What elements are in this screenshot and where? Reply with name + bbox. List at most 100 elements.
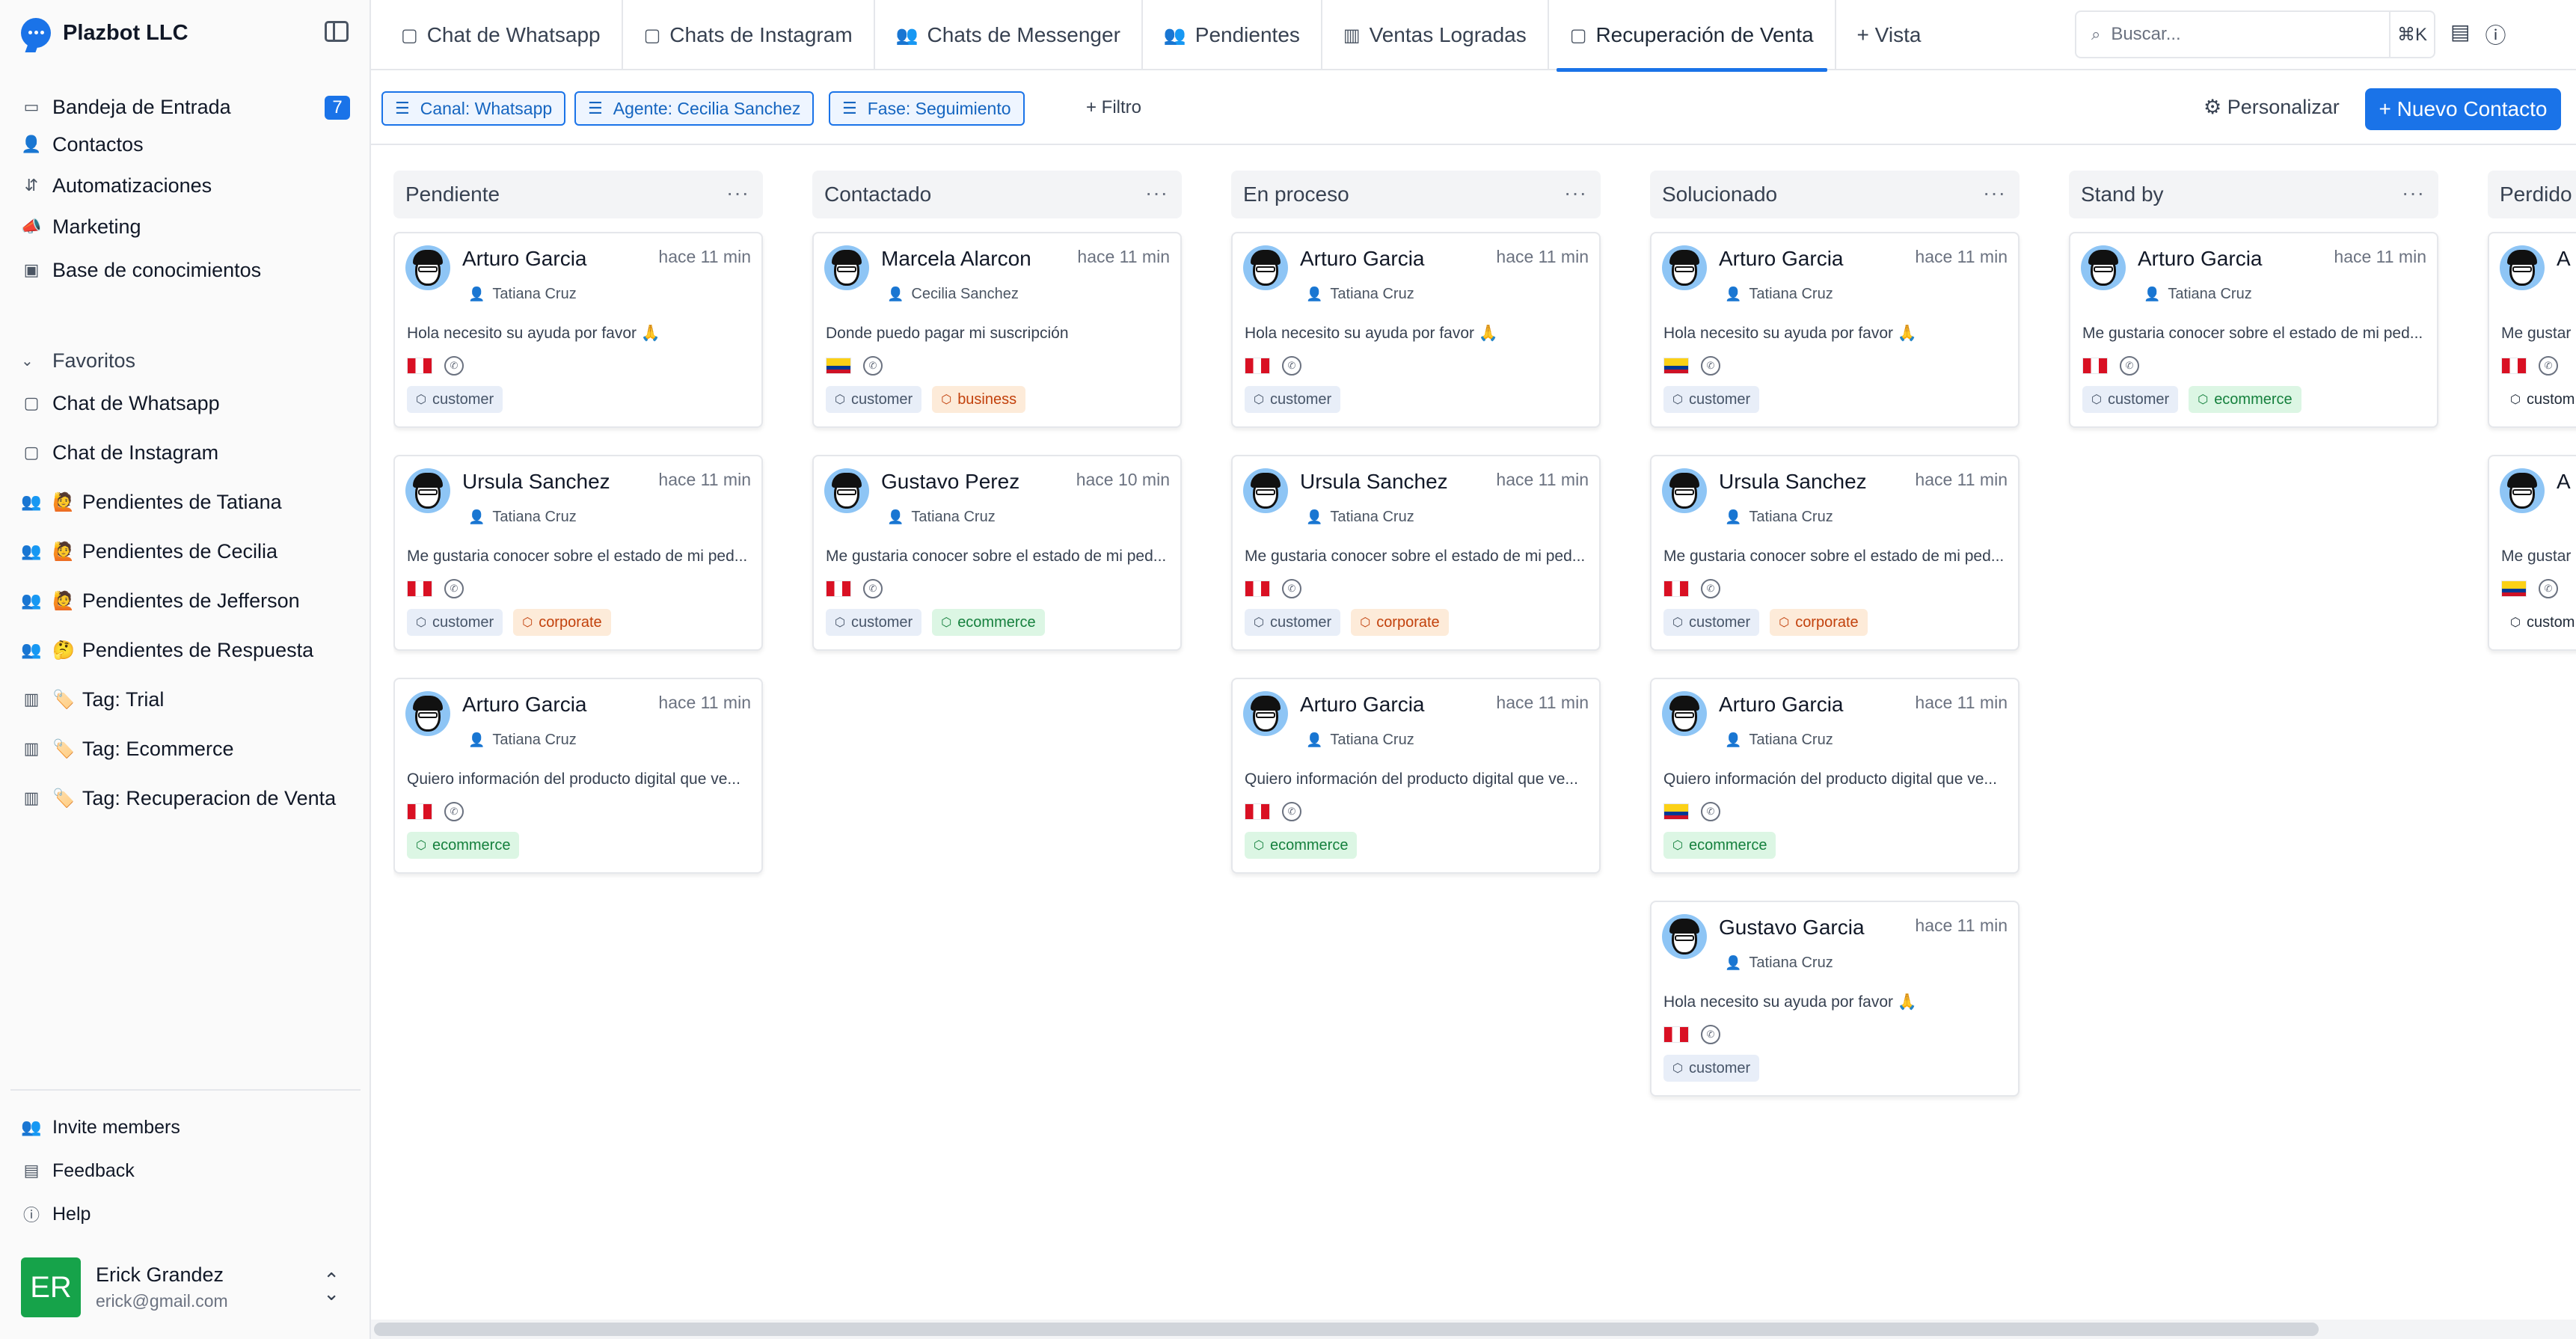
megaphone-icon: 📣 xyxy=(21,217,42,236)
favorite-item[interactable]: ▢ Chat de Whatsapp xyxy=(21,379,350,428)
invite-members-link[interactable]: 👥 Invite members xyxy=(21,1106,350,1149)
tag-icon: ⬡ xyxy=(1254,839,1264,852)
contact-avatar xyxy=(405,691,450,736)
nav-item-inbox[interactable]: ▭ Bandeja de Entrada 7 xyxy=(21,88,350,126)
message-square-icon[interactable]: ▤ xyxy=(2450,19,2470,49)
assigned-agent: 👤 Tatiana Cruz xyxy=(468,509,577,526)
tab-view[interactable]: ▢ Chats de Instagram xyxy=(623,0,875,70)
kanban-column: Contactado ··· Marcela Alarcon hace 11 m… xyxy=(812,171,1182,1315)
contact-name: Arturo Garcia xyxy=(462,247,587,270)
card-tags: ⬡ customer ⬡ ecommerce xyxy=(826,609,1045,636)
agent-name: Tatiana Cruz xyxy=(492,286,577,302)
whatsapp-icon: ✆ xyxy=(1282,579,1301,598)
agent-name: Tatiana Cruz xyxy=(1330,286,1414,302)
search-input[interactable]: ⌕ Buscar... ⌘K xyxy=(2075,10,2435,58)
card-meta: ✆ xyxy=(407,579,464,598)
agent-name: Cecilia Sanchez xyxy=(911,286,1019,302)
filter-bar: ☰ Canal: Whatsapp ☰ Agente: Cecilia Sanc… xyxy=(371,72,2576,145)
help-link[interactable]: ⓘ Help xyxy=(21,1192,350,1236)
sidebar-toggle-icon[interactable] xyxy=(325,21,349,42)
filter-chip-agent[interactable]: ☰ Agente: Cecilia Sanchez xyxy=(574,91,815,126)
last-message: Quiero información del producto digital … xyxy=(1663,770,1997,788)
column-title: Solucionado xyxy=(1662,183,1778,206)
country-flag-icon xyxy=(1663,358,1689,374)
tag-badge: ⬡ customer xyxy=(1663,386,1760,413)
personalize-button[interactable]: ⚙ Personalizar xyxy=(2204,96,2340,119)
contact-card[interactable]: Arturo Garcia hace 11 min 👤 Tatiana Cruz … xyxy=(1650,678,2020,874)
favorite-item[interactable]: ▢ Chat de Instagram xyxy=(21,428,350,477)
kanban-column: Perdido ··· A Me gustar ✆ ⬡ custom A Me g… xyxy=(2488,171,2576,1315)
filter-chip-phase[interactable]: ☰ Fase: Seguimiento xyxy=(829,91,1025,126)
user-menu[interactable]: ER Erick Grandez erick@gmail.com ⌃ ⌄ xyxy=(21,1257,350,1318)
feedback-link[interactable]: ▤ Feedback xyxy=(21,1149,350,1192)
card-meta: ✆ xyxy=(1245,356,1301,376)
chat-icon: ▢ xyxy=(1569,25,1587,46)
contact-card[interactable]: Gustavo Garcia hace 11 min 👤 Tatiana Cruz… xyxy=(1650,901,2020,1097)
tag-label: ecommerce xyxy=(2214,390,2293,408)
kanban-column: Stand by ··· Arturo Garcia hace 11 min 👤… xyxy=(2069,171,2438,1315)
tab-view[interactable]: 👥 Chats de Messenger xyxy=(875,0,1143,70)
favorite-item[interactable]: 👥 🙋 Pendientes de Jefferson xyxy=(21,576,350,625)
favorite-item[interactable]: ▥ 🏷️ Tag: Trial xyxy=(21,675,350,724)
nav-item-marketing[interactable]: 📣 Marketing xyxy=(21,208,350,245)
contact-card[interactable]: Arturo Garcia hace 11 min 👤 Tatiana Cruz … xyxy=(1231,232,1601,428)
favorite-item[interactable]: ▥ 🏷️ Tag: Recuperacion de Venta xyxy=(21,773,350,823)
users-icon: 👥 xyxy=(895,25,919,46)
contact-card[interactable]: Ursula Sanchez hace 11 min 👤 Tatiana Cruz… xyxy=(1231,455,1601,651)
contact-card[interactable]: Arturo Garcia hace 11 min 👤 Tatiana Cruz … xyxy=(1650,232,2020,428)
add-filter-button[interactable]: + Filtro xyxy=(1086,97,1141,118)
contact-card[interactable]: A Me gustar ✆ ⬡ custom xyxy=(2488,455,2576,651)
more-horizontal-icon[interactable]: ··· xyxy=(1145,181,1168,205)
tag-badge: ⬡ ecommerce xyxy=(1245,832,1358,859)
card-meta: ✆ xyxy=(2501,356,2558,376)
more-horizontal-icon[interactable]: ··· xyxy=(1983,181,2006,205)
favorite-label: Tag: Recuperacion de Venta xyxy=(82,786,337,809)
tab-view[interactable]: ▢ Chat de Whatsapp xyxy=(380,0,623,70)
country-flag-icon xyxy=(1245,358,1270,374)
tab-view[interactable]: + Vista xyxy=(1836,0,1942,70)
favorite-item[interactable]: 👥 🙋 Pendientes de Cecilia xyxy=(21,527,350,576)
contact-card[interactable]: Arturo Garcia hace 11 min 👤 Tatiana Cruz … xyxy=(1231,678,1601,874)
contact-card[interactable]: Marcela Alarcon hace 11 min 👤 Cecilia San… xyxy=(812,232,1182,428)
chat-icon: ▢ xyxy=(23,443,40,462)
tag-badge: ⬡ customer xyxy=(1245,386,1341,413)
tag-label: ecommerce xyxy=(957,613,1036,631)
contact-card[interactable]: Arturo Garcia hace 11 min 👤 Tatiana Cruz … xyxy=(393,678,763,874)
favorite-item[interactable]: ▥ 🏷️ Tag: Ecommerce xyxy=(21,724,350,773)
tab-view[interactable]: ▢ Recuperación de Venta xyxy=(1549,0,1836,72)
agent-name: Tatiana Cruz xyxy=(911,509,996,525)
contact-card[interactable]: A Me gustar ✆ ⬡ custom xyxy=(2488,232,2576,428)
more-horizontal-icon[interactable]: ··· xyxy=(726,181,749,205)
country-flag-icon xyxy=(407,358,432,374)
tab-view[interactable]: ▥ Ventas Logradas xyxy=(1322,0,1549,70)
more-horizontal-icon[interactable]: ··· xyxy=(1564,181,1587,205)
filter-chip-channel[interactable]: ☰ Canal: Whatsapp xyxy=(381,91,566,126)
help-circle-icon[interactable]: ⓘ xyxy=(2485,19,2506,49)
tab-view[interactable]: 👥 Pendientes xyxy=(1143,0,1322,70)
contact-card[interactable]: Arturo Garcia hace 11 min 👤 Tatiana Cruz … xyxy=(393,232,763,428)
contact-card[interactable]: Ursula Sanchez hace 11 min 👤 Tatiana Cruz… xyxy=(393,455,763,651)
agent-name: Tatiana Cruz xyxy=(1330,509,1414,525)
chevron-down-icon: ⌄ xyxy=(21,352,34,370)
more-horizontal-icon[interactable]: ··· xyxy=(2402,181,2425,205)
workspace-switcher[interactable]: Plazbot LLC xyxy=(21,16,188,49)
tag-label: customer xyxy=(1688,1059,1751,1076)
nav-item-automations[interactable]: ⇵ Automatizaciones xyxy=(21,163,350,208)
contact-card[interactable]: Ursula Sanchez hace 11 min 👤 Tatiana Cruz… xyxy=(1650,455,2020,651)
contact-name: A xyxy=(2557,247,2571,270)
nav-item-contacts[interactable]: 👤 Contactos xyxy=(21,126,350,163)
card-meta: ✆ xyxy=(1663,356,1720,376)
contact-card[interactable]: Arturo Garcia hace 11 min 👤 Tatiana Cruz … xyxy=(2069,232,2438,428)
scrollbar-thumb[interactable] xyxy=(374,1323,2319,1336)
card-meta: ✆ xyxy=(826,356,883,376)
favorite-item[interactable]: 👥 🙋 Pendientes de Tatiana xyxy=(21,477,350,527)
contact-card[interactable]: Gustavo Perez hace 10 min 👤 Tatiana Cruz … xyxy=(812,455,1182,651)
favorite-item[interactable]: 👥 🤔 Pendientes de Respuesta xyxy=(21,625,350,675)
card-tags: ⬡ custom xyxy=(2501,609,2576,636)
horizontal-scrollbar[interactable] xyxy=(371,1320,2576,1339)
nav-item-knowledge-base[interactable]: ▣ Base de conocimientos xyxy=(21,245,350,295)
whatsapp-icon: ✆ xyxy=(1282,802,1301,821)
tab-label: Recuperación de Venta xyxy=(1595,23,1814,46)
new-contact-button[interactable]: + Nuevo Contacto xyxy=(2365,88,2561,130)
favorites-header[interactable]: ⌄ Favoritos xyxy=(21,343,350,379)
